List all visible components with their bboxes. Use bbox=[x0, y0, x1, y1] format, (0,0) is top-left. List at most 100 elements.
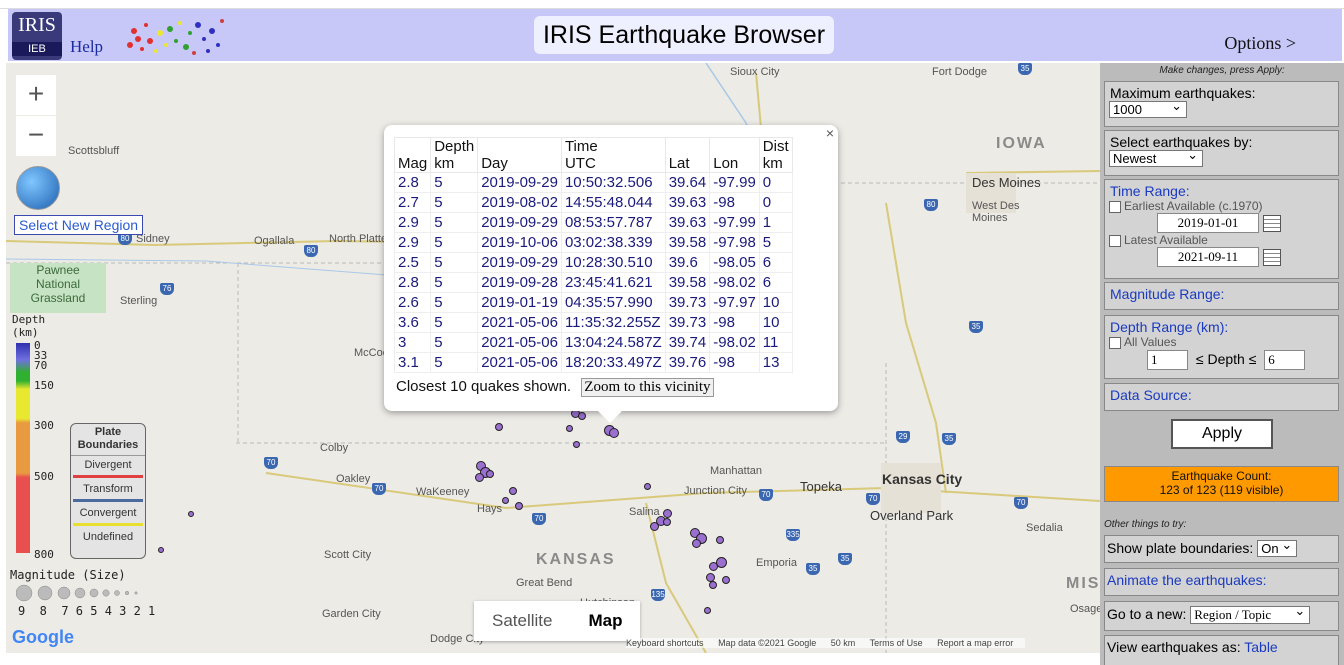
col-dist-line2: km bbox=[762, 155, 783, 172]
earthquake-marker[interactable] bbox=[704, 607, 711, 614]
highway-shield: 70 bbox=[264, 457, 278, 469]
earthquake-marker[interactable] bbox=[650, 522, 659, 531]
goto-box: Go to a new: Region / Topic bbox=[1104, 601, 1339, 631]
table-row: 3.1 5 2021-05-06 18:20:33.497Z 39.76 -98 13 bbox=[393, 352, 793, 373]
options-link[interactable]: Options > bbox=[1224, 33, 1296, 54]
earthquake-marker[interactable] bbox=[502, 497, 509, 504]
earthquake-marker[interactable] bbox=[566, 425, 573, 432]
end-date-input[interactable]: 2021-09-11 bbox=[1157, 247, 1259, 267]
park-name-line1: Pawnee bbox=[36, 263, 80, 277]
cell-dist: 5 bbox=[758, 232, 793, 253]
earthquake-marker[interactable] bbox=[188, 511, 194, 517]
cell-day: 2019-09-28 bbox=[477, 272, 562, 293]
cell-mag: 2.8 bbox=[393, 172, 432, 193]
earthquake-marker[interactable] bbox=[644, 483, 651, 490]
cell-lon: -97.98 bbox=[709, 232, 760, 253]
plate-line-swatch bbox=[73, 475, 143, 478]
cell-depth: 5 bbox=[430, 312, 479, 333]
cell-time: 10:50:32.506 bbox=[560, 172, 666, 193]
zoom-in-button[interactable]: + bbox=[16, 75, 56, 115]
earthquake-marker[interactable] bbox=[609, 428, 619, 438]
cell-day: 2019-09-29 bbox=[477, 172, 562, 193]
cell-dist: 6 bbox=[758, 252, 793, 273]
start-date-input[interactable]: 2019-01-01 bbox=[1157, 213, 1259, 233]
earthquake-marker[interactable] bbox=[486, 470, 494, 478]
iris-logo[interactable]: IRIS IEB bbox=[12, 12, 62, 60]
time-range-box: Time Range: Earliest Available (c.1970) … bbox=[1104, 179, 1339, 279]
col-depth: Depth km bbox=[430, 137, 479, 173]
earthquake-marker[interactable] bbox=[716, 536, 724, 544]
select-by-select[interactable]: Newest bbox=[1109, 147, 1203, 167]
all-values-checkbox[interactable] bbox=[1109, 336, 1121, 349]
depth-max-input[interactable]: 6 bbox=[1264, 350, 1306, 370]
earthquake-marker[interactable] bbox=[475, 473, 484, 482]
earthquake-marker[interactable] bbox=[495, 423, 503, 431]
cell-mag: 3.1 bbox=[393, 352, 432, 373]
magnitude-legend-title: Magnitude (Size) bbox=[10, 568, 126, 582]
earthquake-marker[interactable] bbox=[509, 487, 517, 495]
latest-checkbox[interactable] bbox=[1109, 234, 1121, 247]
globe-icon[interactable] bbox=[16, 166, 60, 210]
city-west-des-moines-line1: West Des bbox=[972, 200, 1020, 212]
state-label-mis: MIS bbox=[1066, 575, 1100, 592]
cell-lat: 39.58 bbox=[664, 272, 711, 293]
animate-link[interactable]: Animate the earthquakes: bbox=[1105, 569, 1338, 588]
highway-shield: 80 bbox=[924, 199, 938, 211]
terms-link[interactable]: Terms of Use bbox=[870, 638, 923, 648]
select-new-region-button[interactable]: Select New Region bbox=[14, 215, 144, 235]
depth-legend-title-line2: (km) bbox=[12, 326, 39, 339]
city-osage: Osage bbox=[1070, 603, 1100, 615]
plate-boundaries-legend: Plate Boundaries Divergent Transform Con… bbox=[70, 423, 146, 559]
city-hays: Hays bbox=[477, 503, 503, 515]
animate-box: Animate the earthquakes: bbox=[1104, 568, 1339, 596]
magnitude-range-label[interactable]: Magnitude Range: bbox=[1105, 283, 1338, 302]
earthquake-marker[interactable] bbox=[515, 502, 523, 510]
table-row: 3 5 2021-05-06 13:04:24.587Z 39.74 -98.02 11 bbox=[393, 332, 793, 353]
time-range-label[interactable]: Time Range: bbox=[1105, 180, 1338, 199]
col-lon: Lon bbox=[709, 137, 760, 173]
select-by-box: Select earthquakes by: Newest bbox=[1104, 130, 1339, 176]
goto-select[interactable]: Region / Topic bbox=[1190, 603, 1311, 624]
close-icon[interactable]: × bbox=[826, 125, 834, 141]
closest-quakes-note: Closest 10 quakes shown. bbox=[396, 378, 572, 395]
earliest-checkbox[interactable] bbox=[1109, 200, 1121, 213]
data-source-box: Data Source: bbox=[1104, 383, 1339, 411]
cell-lat: 39.6 bbox=[664, 252, 711, 273]
earthquake-marker[interactable] bbox=[709, 581, 717, 589]
satellite-button[interactable]: Satellite bbox=[474, 601, 570, 641]
report-error-link[interactable]: Report a map error bbox=[937, 638, 1013, 648]
zoom-out-button[interactable]: − bbox=[16, 116, 56, 156]
highway-shield: 135 bbox=[651, 589, 665, 601]
earthquake-marker[interactable] bbox=[158, 547, 164, 553]
plate-item-label: Convergent bbox=[79, 507, 137, 519]
plate-boundaries-select[interactable]: On bbox=[1257, 537, 1298, 557]
zoom-to-vicinity-button[interactable]: Zoom to this vicinity bbox=[581, 378, 714, 397]
map-button[interactable]: Map bbox=[570, 601, 640, 641]
cell-depth: 5 bbox=[430, 292, 479, 313]
data-source-label[interactable]: Data Source: bbox=[1105, 384, 1338, 403]
highway-shield: 76 bbox=[160, 283, 174, 295]
city-salina: Salina bbox=[629, 506, 660, 518]
calendar-icon[interactable] bbox=[1263, 214, 1281, 232]
earthquake-marker[interactable] bbox=[573, 441, 580, 448]
cell-mag: 2.9 bbox=[393, 232, 432, 253]
earthquake-marker[interactable] bbox=[692, 539, 701, 548]
max-earthquakes-select[interactable]: 1000 bbox=[1109, 98, 1187, 118]
depth-legend-title: Depth (km) bbox=[12, 313, 45, 339]
view-as-table-link[interactable]: Table bbox=[1244, 639, 1277, 655]
earthquake-marker[interactable] bbox=[722, 576, 730, 584]
help-link[interactable]: Help bbox=[70, 37, 103, 57]
apply-button[interactable]: Apply bbox=[1171, 419, 1273, 449]
earthquake-marker[interactable] bbox=[578, 412, 586, 420]
calendar-icon[interactable] bbox=[1263, 248, 1281, 266]
scale-bar-label: 50 km bbox=[830, 638, 856, 648]
earthquake-marker[interactable] bbox=[663, 518, 671, 526]
earthquake-marker[interactable] bbox=[709, 562, 718, 571]
cell-lat: 39.63 bbox=[664, 192, 711, 213]
city-kansas-city: Kansas City bbox=[882, 471, 963, 487]
keyboard-shortcuts-link[interactable]: Keyboard shortcuts bbox=[626, 638, 704, 648]
depth-range-label[interactable]: Depth Range (km): bbox=[1105, 316, 1338, 335]
world-thumbnail-map[interactable] bbox=[120, 11, 228, 59]
depth-min-input[interactable]: 1 bbox=[1147, 350, 1188, 370]
col-time-line1: Time bbox=[564, 138, 598, 155]
